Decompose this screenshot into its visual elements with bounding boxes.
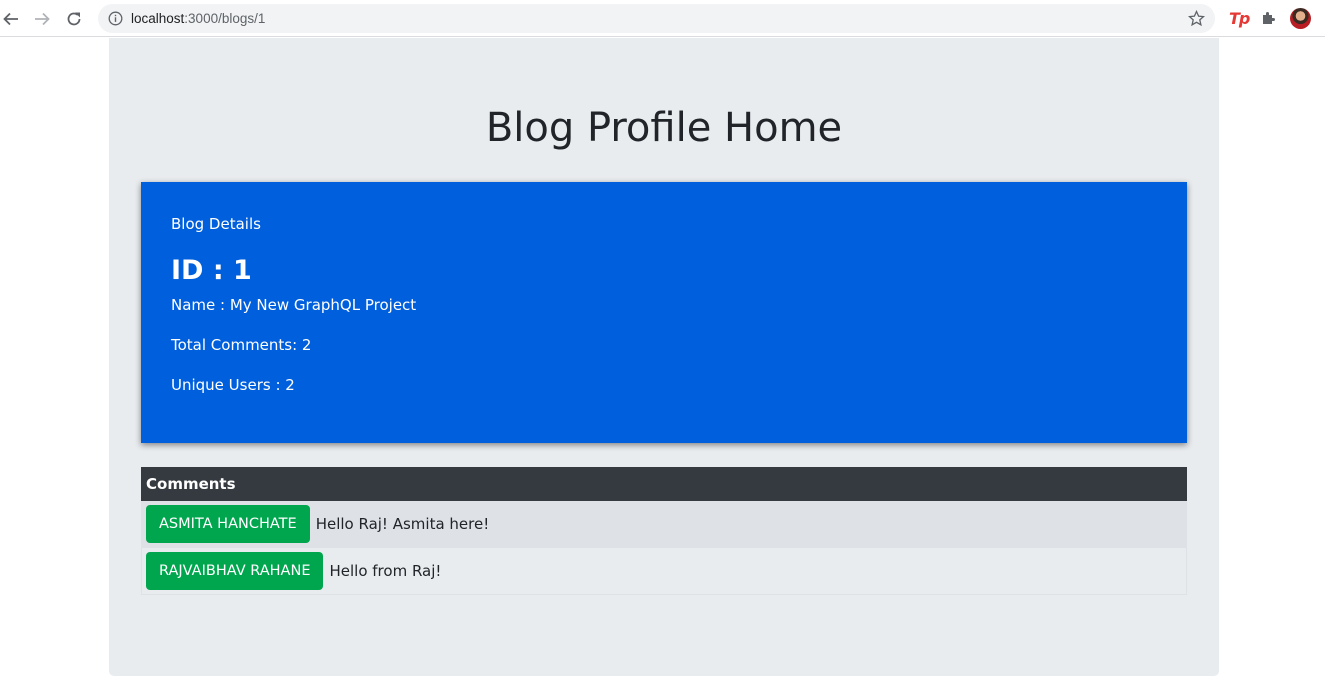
browser-toolbar: localhost:3000/blogs/1 Tp [0, 0, 1325, 37]
blog-details-card: Blog Details ID : 1 Name : My New GraphQ… [141, 182, 1187, 443]
profile-avatar[interactable] [1290, 8, 1311, 29]
forward-arrow-icon [35, 12, 50, 26]
url-path: :3000/blogs/1 [184, 11, 266, 26]
blog-details-heading: Blog Details [171, 215, 261, 233]
forward-button[interactable] [31, 8, 53, 30]
extensions-puzzle-icon[interactable] [1260, 10, 1277, 27]
comments-table: Comments ASMITA HANCHATE Hello Raj! Asmi… [141, 467, 1187, 595]
back-arrow-icon [3, 12, 18, 26]
comment-user-button[interactable]: RAJVAIBHAV RAHANE [146, 552, 324, 590]
comment-text: Hello Raj! Asmita here! [315, 515, 490, 533]
reload-icon [67, 12, 81, 26]
comments-header: Comments [141, 467, 1187, 501]
url-host: localhost [131, 11, 185, 26]
info-icon[interactable] [108, 11, 123, 26]
back-button[interactable] [0, 8, 22, 30]
page-container: Blog Profile Home Blog Details ID : 1 Na… [109, 38, 1219, 676]
reload-button[interactable] [63, 8, 85, 30]
comment-row: RAJVAIBHAV RAHANE Hello from Raj! [141, 548, 1187, 595]
page-title: Blog Profile Home [485, 105, 843, 151]
unique-users: Unique Users : 2 [171, 376, 295, 394]
comment-user-button[interactable]: ASMITA HANCHATE [146, 505, 310, 543]
extension-tp-icon[interactable]: Tp [1229, 9, 1250, 28]
total-comments: Total Comments: 2 [171, 336, 312, 354]
comment-row: ASMITA HANCHATE Hello Raj! Asmita here! [141, 501, 1187, 548]
address-bar[interactable]: localhost:3000/blogs/1 [98, 4, 1215, 33]
blog-name: Name : My New GraphQL Project [171, 296, 417, 314]
url-text: localhost:3000/blogs/1 [131, 11, 265, 26]
comment-text: Hello from Raj! [329, 562, 442, 580]
bookmark-star-icon[interactable] [1188, 10, 1205, 27]
blog-id: ID : 1 [171, 255, 252, 286]
